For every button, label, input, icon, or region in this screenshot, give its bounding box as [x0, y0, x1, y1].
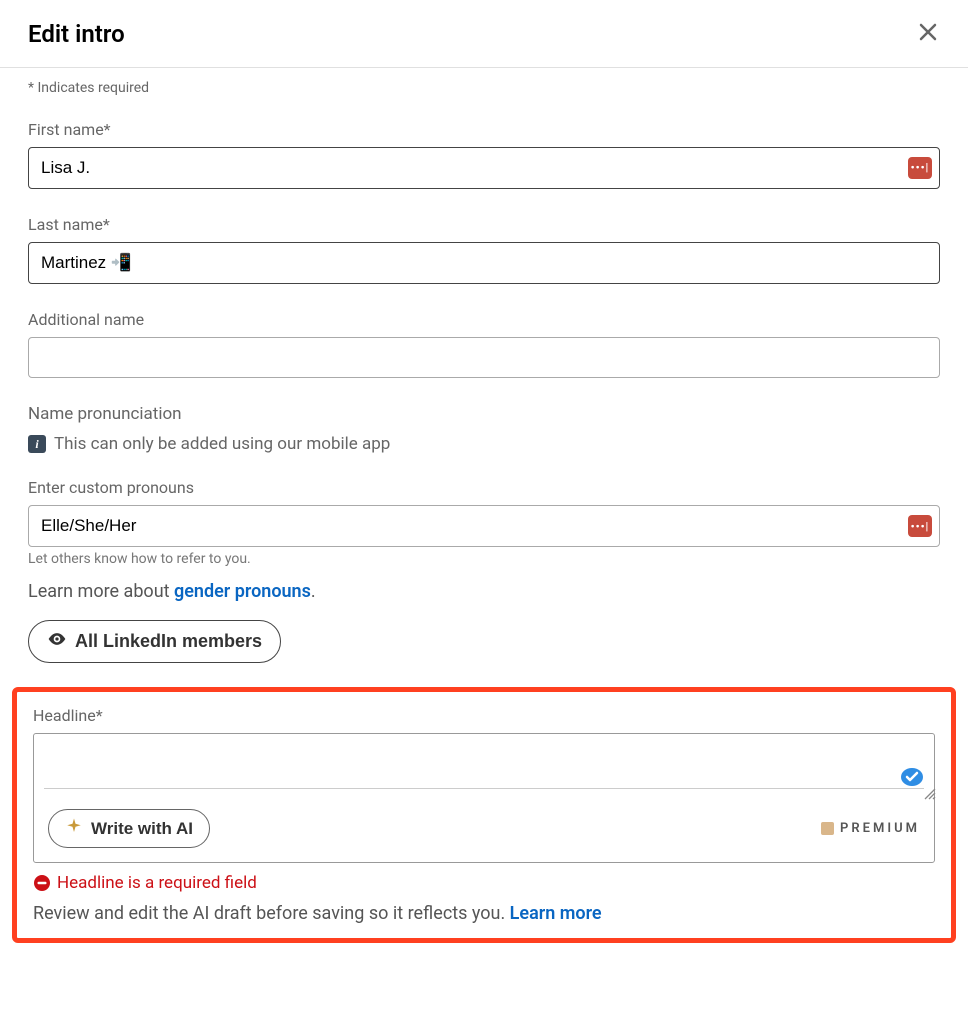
pronouns-learn-row: Learn more about gender pronouns. — [28, 581, 940, 602]
modal-content: * Indicates required First name* Last na… — [0, 68, 968, 943]
resize-handle-icon — [922, 785, 936, 799]
modal-header: Edit intro — [0, 0, 968, 68]
premium-icon — [821, 822, 834, 835]
sparkle-icon — [65, 817, 83, 840]
first-name-field: First name* — [28, 120, 940, 189]
additional-name-field: Additional name — [28, 310, 940, 379]
modal-title: Edit intro — [28, 20, 125, 48]
required-indicator-note: * Indicates required — [28, 80, 940, 96]
pronouns-field: Enter custom pronouns Let others know ho… — [28, 478, 940, 602]
premium-text: PREMIUM — [840, 821, 920, 836]
last-name-input[interactable] — [28, 242, 940, 284]
password-manager-icon[interactable] — [908, 515, 932, 537]
headline-input[interactable] — [44, 742, 924, 789]
headline-review-text: Review and edit the AI draft before savi… — [33, 903, 935, 924]
pronunciation-label: Name pronunciation — [28, 404, 940, 424]
headline-error: Headline is a required field — [33, 873, 935, 893]
headline-learn-more-link[interactable]: Learn more — [510, 903, 602, 924]
visibility-button[interactable]: All LinkedIn members — [28, 620, 281, 663]
first-name-label: First name* — [28, 120, 940, 139]
write-with-ai-button[interactable]: Write with AI — [48, 809, 210, 848]
pronouns-hint: Let others know how to refer to you. — [28, 551, 940, 567]
headline-container: Write with AI PREMIUM — [33, 733, 935, 863]
eye-icon — [47, 629, 67, 654]
headline-highlight-box: Headline* Write with AI — [12, 687, 956, 943]
headline-label: Headline* — [33, 706, 935, 725]
additional-name-label: Additional name — [28, 310, 940, 329]
password-manager-icon[interactable] — [908, 157, 932, 179]
last-name-field: Last name* — [28, 215, 940, 284]
pronunciation-section: Name pronunciation i This can only be ad… — [28, 404, 940, 454]
gender-pronouns-link[interactable]: gender pronouns — [174, 581, 311, 602]
headline-error-text: Headline is a required field — [57, 873, 257, 893]
premium-badge: PREMIUM — [821, 821, 920, 836]
error-icon — [33, 874, 51, 892]
first-name-input[interactable] — [28, 147, 940, 189]
pronunciation-info-text: This can only be added using our mobile … — [54, 434, 390, 454]
close-button[interactable] — [912, 16, 944, 51]
pronouns-label: Enter custom pronouns — [28, 478, 940, 497]
info-icon: i — [28, 435, 46, 453]
visibility-button-label: All LinkedIn members — [75, 631, 262, 652]
additional-name-input[interactable] — [28, 337, 940, 379]
last-name-label: Last name* — [28, 215, 940, 234]
pronouns-input[interactable] — [28, 505, 940, 547]
close-icon — [916, 20, 940, 47]
verified-check-icon — [900, 765, 924, 789]
write-with-ai-label: Write with AI — [91, 819, 193, 839]
